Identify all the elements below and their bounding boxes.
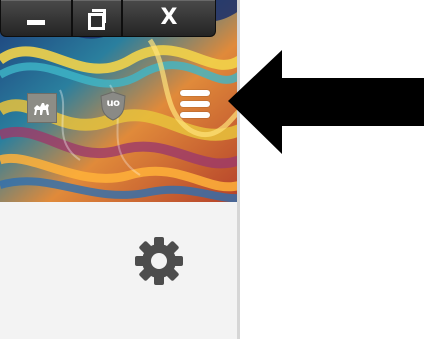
hamburger-menu-button[interactable]: [175, 86, 215, 122]
browser-window: X uo: [0, 0, 240, 339]
minimize-button[interactable]: [0, 0, 72, 37]
restore-button[interactable]: [72, 0, 122, 37]
settings-gear-button[interactable]: [133, 235, 185, 287]
pointer-arrow-icon: [228, 50, 424, 154]
camel-extension-button[interactable]: [27, 93, 57, 123]
close-icon: X: [160, 5, 178, 30]
close-button[interactable]: X: [122, 0, 216, 37]
restore-icon: [88, 9, 106, 30]
hamburger-menu-icon: [180, 90, 210, 96]
screenshot-stage: X uo: [0, 0, 427, 339]
minimize-icon: [27, 19, 45, 25]
menu-panel: [0, 202, 237, 339]
camel-icon: [34, 103, 49, 115]
ublock-label: uo: [106, 98, 121, 109]
gear-icon: [135, 237, 183, 285]
window-caption-buttons: X: [0, 0, 216, 38]
ublock-extension-button[interactable]: uo: [99, 91, 127, 121]
